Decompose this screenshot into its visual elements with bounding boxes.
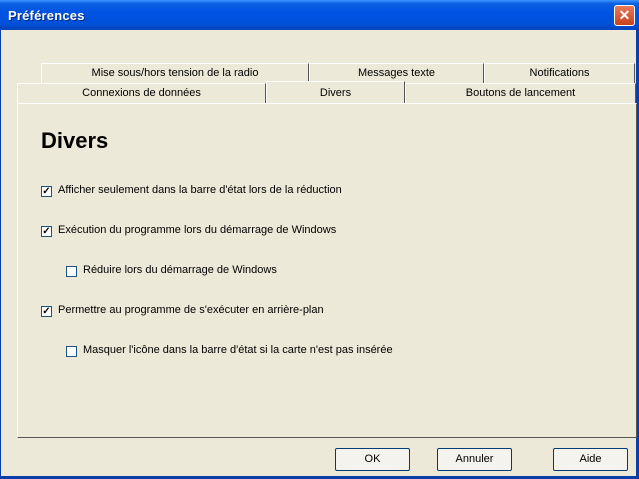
tab-divers[interactable]: Divers — [266, 81, 405, 103]
tab-launch-buttons[interactable]: Boutons de lancement — [405, 83, 636, 103]
checkbox-unchecked[interactable] — [66, 266, 77, 277]
cancel-button[interactable]: Annuler — [437, 448, 512, 471]
close-icon: ✕ — [618, 7, 631, 23]
option-label: Réduire lors du démarrage de Windows — [83, 264, 277, 276]
tab-text-messages[interactable]: Messages texte — [309, 63, 484, 83]
option-label: Permettre au programme de s'exécuter en … — [58, 304, 324, 316]
check-icon: ✓ — [42, 226, 51, 237]
check-icon: ✓ — [42, 186, 51, 197]
checkbox-checked[interactable]: ✓ — [41, 186, 52, 197]
close-button[interactable]: ✕ — [614, 5, 635, 26]
check-icon: ✓ — [42, 306, 51, 317]
checkbox-checked[interactable]: ✓ — [41, 226, 52, 237]
tab-notifications[interactable]: Notifications — [484, 63, 635, 83]
tab-data-connections[interactable]: Connexions de données — [17, 83, 266, 103]
ok-button[interactable]: OK — [335, 448, 410, 471]
tab-label: Mise sous/hors tension de la radio — [91, 67, 259, 79]
checkbox-unchecked[interactable] — [66, 346, 77, 357]
title-bar[interactable]: Préférences ✕ — [0, 0, 639, 30]
help-button[interactable]: Aide — [553, 448, 628, 471]
tab-label: Boutons de lancement — [465, 87, 576, 99]
option-label: Masquer l'icône dans la barre d'état si … — [83, 344, 393, 356]
tab-label: Messages texte — [357, 67, 436, 79]
page-title: Divers — [41, 128, 109, 153]
option-label: Exécution du programme lors du démarrage… — [58, 224, 337, 236]
window-title: Préférences — [8, 8, 85, 23]
tab-label: Divers — [319, 87, 352, 99]
option-label: Afficher seulement dans la barre d'état … — [58, 184, 342, 196]
tab-label: Connexions de données — [82, 87, 201, 99]
tab-label: Notifications — [529, 67, 590, 79]
tab-radio-power[interactable]: Mise sous/hors tension de la radio — [41, 63, 309, 83]
checkbox-checked[interactable]: ✓ — [41, 306, 52, 317]
